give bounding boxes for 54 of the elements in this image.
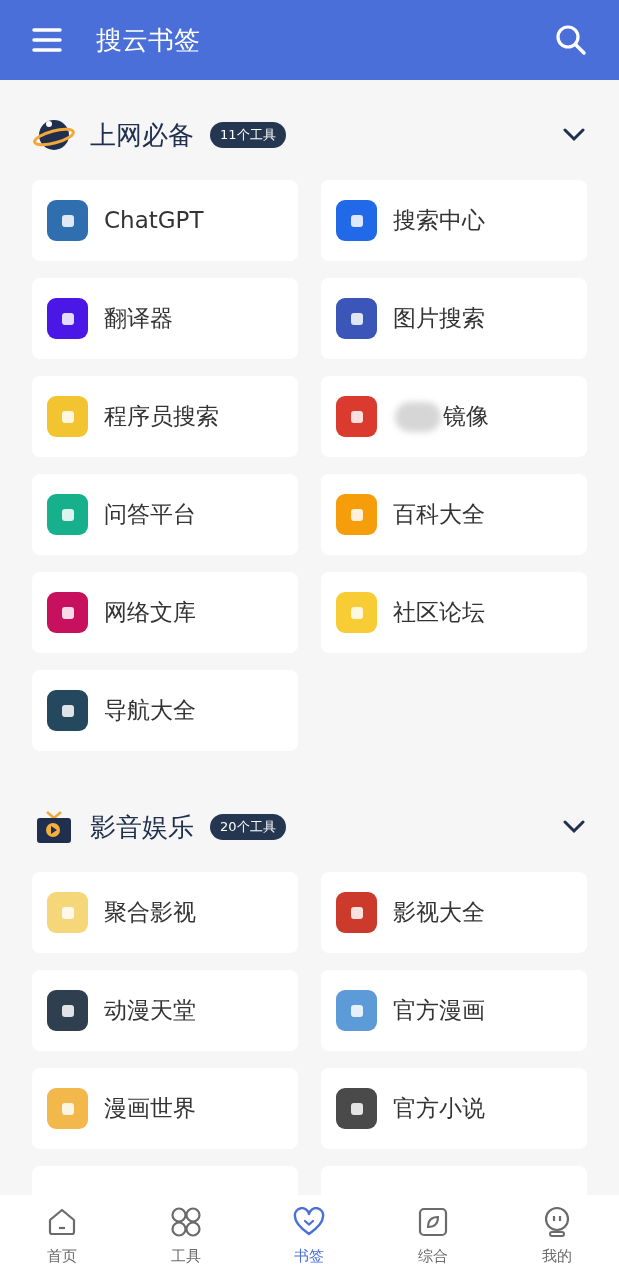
menu-icon[interactable] (32, 27, 62, 53)
tool-label: ChatGPT (104, 206, 204, 236)
tool-label: 问答平台 (104, 500, 196, 530)
tool-card[interactable]: 图片搜索 (321, 278, 587, 359)
robot-icon (543, 1206, 572, 1238)
clover-icon (169, 1206, 202, 1238)
search-icon[interactable] (555, 24, 587, 56)
tool-label: 镜像 (443, 402, 489, 432)
chevron-icon[interactable] (563, 820, 585, 834)
nav-tab[interactable]: 首页 (0, 1205, 124, 1268)
tool-label: 动漫天堂 (104, 996, 196, 1026)
tool-card[interactable]: 网络文库 (32, 572, 298, 653)
tool-label: 官方漫画 (393, 996, 485, 1026)
tool-label: 百科大全 (393, 500, 485, 530)
tool-card[interactable]: 社区论坛 (321, 572, 587, 653)
tool-label: 社区论坛 (393, 598, 485, 628)
tool-label: 程序员搜索 (104, 402, 219, 432)
section-title: 上网必备 (90, 118, 194, 152)
section-title: 影音娱乐 (90, 810, 194, 844)
tool-card[interactable]: 问答平台 (32, 474, 298, 555)
count-badge: 11个工具 (210, 122, 286, 148)
tool-card[interactable]: 动漫天堂 (32, 970, 298, 1051)
compass-icon (418, 1207, 449, 1237)
heart-icon (293, 1207, 326, 1237)
tool-label: 图片搜索 (393, 304, 485, 334)
tool-label: 翻译器 (104, 304, 173, 334)
nav-tab[interactable]: 我的 (495, 1205, 619, 1268)
tool-card[interactable]: 影视大全 (321, 872, 587, 953)
tool-label: 聚合影视 (104, 898, 196, 928)
tool-label: 官方小说 (393, 1094, 485, 1124)
tool-label: 搜索中心 (393, 206, 485, 236)
tool-card[interactable]: 官方小说 (321, 1068, 587, 1149)
tool-card[interactable]: 百科大全 (321, 474, 587, 555)
nav-tab[interactable]: 工具 (123, 1205, 248, 1268)
tool-card[interactable]: 搜索中心 (321, 180, 587, 261)
chevron-icon[interactable] (563, 128, 585, 142)
tool-card[interactable]: 导航大全 (32, 670, 298, 751)
nav-tab[interactable]: 综合 (371, 1205, 496, 1268)
tool-card[interactable]: 程序员搜索 (32, 376, 298, 457)
tool-label: 影视大全 (393, 898, 485, 928)
tool-card[interactable]: 翻译器 (32, 278, 298, 359)
nav-tab[interactable]: 书签 (247, 1205, 372, 1268)
tool-card[interactable]: ChatGPT (32, 180, 298, 261)
count-badge: 20个工具 (210, 814, 286, 840)
tool-card[interactable]: 聚合影视 (32, 872, 298, 953)
tv-icon (36, 810, 72, 844)
tool-label: 漫画世界 (104, 1094, 196, 1124)
home-icon (46, 1207, 77, 1237)
tool-label: 导航大全 (104, 696, 196, 726)
tool-card[interactable]: 官方漫画 (321, 970, 587, 1051)
tool-label: 网络文库 (104, 598, 196, 628)
app-title: 搜云书签 (96, 23, 200, 57)
tool-card[interactable]: 漫画世界 (32, 1068, 298, 1149)
tool-card[interactable]: 镜像 (321, 376, 587, 457)
